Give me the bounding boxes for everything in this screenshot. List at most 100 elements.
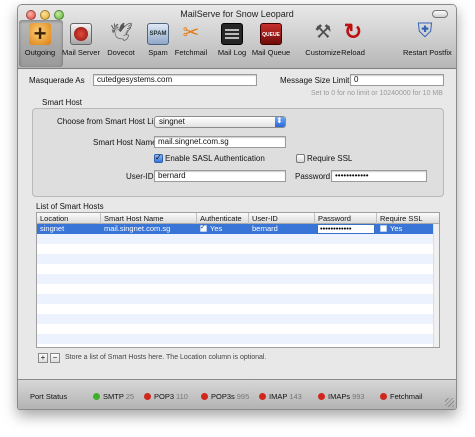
spam-icon (147, 23, 169, 45)
status-dot-icon (144, 393, 151, 400)
column-header-userid[interactable]: User-ID (249, 213, 315, 224)
status-name: SMTP (103, 392, 124, 401)
choose-smart-host-label: Choose from Smart Host List (57, 117, 160, 126)
toolbar-reload-button[interactable]: Reload (341, 19, 365, 65)
userid-input[interactable]: bernard (154, 170, 286, 182)
queue-icon (260, 23, 282, 45)
status-port: 25 (125, 392, 135, 401)
masquerade-label: Masquerade As (29, 76, 85, 85)
table-row (37, 334, 439, 344)
remove-host-button[interactable]: − (50, 353, 60, 363)
require-ssl-checkbox[interactable] (296, 154, 305, 163)
toolbar-customize-button[interactable]: Customize (305, 21, 340, 65)
toolbar-dovecot-button[interactable]: Dovecot (107, 22, 135, 65)
log-icon (221, 23, 243, 45)
title-bar: MailServe for Snow Leopard Outgoing Mail… (18, 5, 456, 69)
smart-host-select[interactable]: singnet (154, 116, 286, 128)
resize-grip-icon[interactable] (445, 398, 454, 407)
authenticate-checkbox[interactable] (200, 223, 207, 232)
plus-icon (29, 21, 51, 47)
status-port: 995 (236, 392, 250, 401)
status-name: POP3 (154, 392, 175, 401)
toolbar-item-label: Mail Log (217, 48, 247, 57)
status-dot-icon (93, 393, 100, 400)
status-pop3: POP3 110 (144, 392, 188, 401)
table-header: Location Smart Host Name Authenticate Us… (37, 213, 439, 224)
status-name: Fetchmail (390, 392, 423, 401)
toolbar-toggle-button[interactable] (432, 10, 448, 18)
toolbar-item-label: Restart Postfix (403, 48, 452, 57)
toolbar-fetchmail-button[interactable]: Fetchmail (175, 20, 208, 65)
masquerade-input[interactable]: cutedgesystems.com (93, 74, 257, 86)
status-dot-icon (318, 393, 325, 400)
status-imaps: IMAPs 993 (318, 392, 365, 401)
status-name: POP3s (211, 392, 235, 401)
column-header-password[interactable]: Password (315, 213, 377, 224)
table-row (37, 254, 439, 264)
mail-server-icon (70, 23, 92, 45)
status-imap: IMAP 143 (259, 392, 302, 401)
status-port: 110 (176, 392, 188, 401)
status-smtp: SMTP 25 (93, 392, 134, 401)
smart-host-group: Choose from Smart Host List singnet Smar… (32, 108, 444, 197)
table-row[interactable]: singnet mail.singnet.com.sg Yes bernard … (37, 223, 439, 234)
tools-icon (312, 21, 334, 45)
smart-host-group-label: Smart Host (42, 98, 83, 107)
table-row (37, 234, 439, 244)
toolbar-restart-postfix-button[interactable]: Restart Postfix (403, 20, 452, 65)
smart-host-name-input[interactable]: mail.singnet.com.sg (154, 136, 286, 148)
toolbar-mail-log-button[interactable]: Mail Log (218, 23, 246, 65)
smart-host-select-value: singnet (159, 117, 185, 126)
require-ssl-row-checkbox[interactable] (380, 225, 387, 232)
sasl-checkbox[interactable] (154, 153, 163, 163)
toolbar-outgoing-button[interactable]: Outgoing (25, 21, 55, 65)
cell-userid: bernard (252, 224, 278, 233)
table-row (37, 294, 439, 304)
port-status-bar: Port Status SMTP 25 POP3 110 POP3s 995 IMAP… (18, 379, 456, 409)
toolbar-item-label: Mail Queue (251, 48, 291, 57)
status-name: IMAP (269, 392, 288, 401)
toolbar-mail-queue-button[interactable]: Mail Queue (252, 23, 290, 65)
toolbar-item-label: Mail Server (62, 48, 100, 57)
port-status-label: Port Status (30, 392, 68, 401)
cell-password-editor[interactable]: •••••••••••• (317, 224, 375, 234)
sasl-label: Enable SASL Authentication (165, 154, 265, 163)
password-label: Password (295, 172, 331, 181)
table-row (37, 274, 439, 284)
smart-host-list-label: List of Smart Hosts (36, 202, 104, 211)
column-header-host[interactable]: Smart Host Name (101, 213, 197, 224)
outgoing-panel: Masquerade As cutedgesystems.com Message… (18, 70, 456, 380)
userid-label: User-ID (126, 172, 154, 181)
cell-authenticate: Yes (210, 224, 223, 233)
status-dot-icon (259, 393, 266, 400)
status-fetchmail: Fetchmail (380, 392, 423, 401)
dove-icon (110, 22, 132, 45)
cell-host: mail.singnet.com.sg (104, 224, 171, 233)
add-host-button[interactable]: + (38, 353, 48, 363)
status-dot-icon (380, 393, 387, 400)
toolbar-item-label: Reload (341, 48, 365, 57)
size-limit-hint: Set to 0 for no limit or 10240000 for 10… (311, 90, 443, 97)
column-header-location[interactable]: Location (37, 213, 101, 224)
status-name: IMAPs (328, 392, 351, 401)
reload-icon (342, 19, 364, 45)
chevron-updown-icon (275, 116, 285, 127)
status-dot-icon (201, 393, 208, 400)
window-title: MailServe for Snow Leopard (180, 9, 294, 19)
toolbar-mail-server-button[interactable]: Mail Server (62, 23, 100, 65)
shield-icon (414, 20, 436, 45)
toolbar-item-label: Fetchmail (174, 48, 208, 57)
toolbar-item-label: Outgoing (24, 48, 56, 57)
hosts-list-note: Store a list of Smart Hosts here. The Lo… (65, 354, 267, 361)
table-scrollbar[interactable] (433, 224, 439, 347)
cell-location: singnet (40, 224, 65, 233)
fetchmail-icon (180, 20, 202, 45)
toolbar-spam-button[interactable]: Spam (146, 23, 170, 65)
smart-hosts-table[interactable]: Location Smart Host Name Authenticate Us… (36, 212, 440, 348)
size-limit-input[interactable]: 0 (350, 74, 444, 86)
app-window: MailServe for Snow Leopard Outgoing Mail… (17, 4, 457, 410)
column-header-require-ssl[interactable]: Require SSL (377, 213, 439, 224)
password-input[interactable]: •••••••••••• (331, 170, 427, 182)
smart-host-name-label: Smart Host Name (93, 138, 157, 147)
size-limit-label: Message Size Limit (280, 76, 350, 85)
